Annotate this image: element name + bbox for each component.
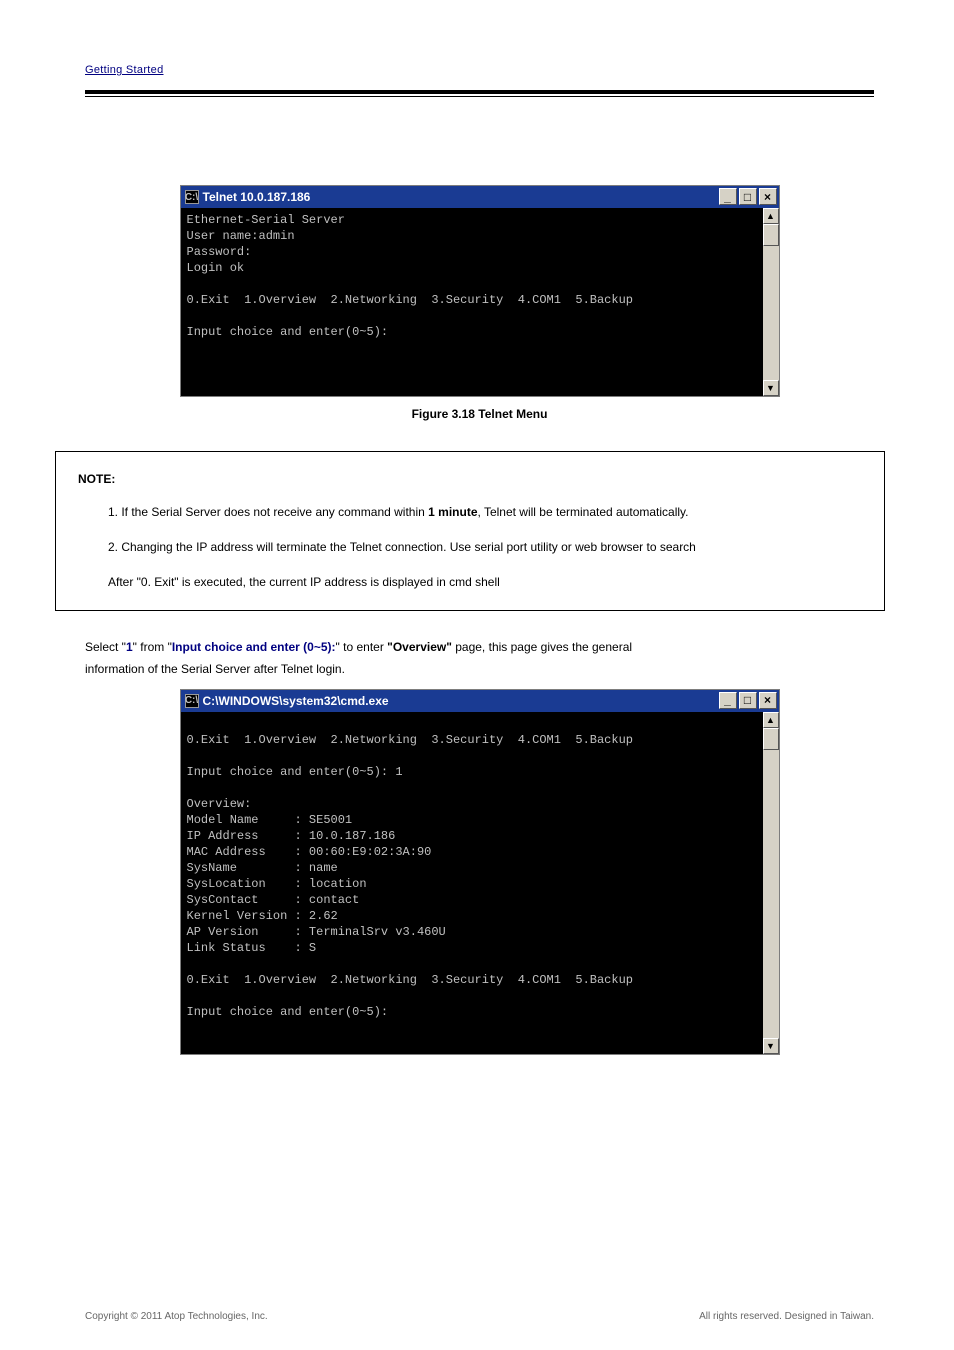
close-button[interactable]: ×: [759, 188, 777, 205]
figure-2-container: C:\ C:\WINDOWS\system32\cmd.exe _ □ × 0.…: [85, 689, 874, 1055]
note-line-2a: 2. Changing the IP address will terminat…: [108, 539, 862, 556]
footer-left: Copyright © 2011 Atop Technologies, Inc.: [85, 1311, 268, 1322]
figure-1-container: C:\ Telnet 10.0.187.186 _ □ × Ethernet-S…: [85, 185, 874, 397]
telnet-title-text: Telnet 10.0.187.186: [203, 190, 311, 204]
cmd-icon: C:\: [185, 190, 199, 204]
scroll-down-button[interactable]: ▼: [763, 380, 779, 396]
divider-thin: [85, 96, 874, 97]
minimize-button[interactable]: _: [719, 188, 737, 205]
maximize-button[interactable]: □: [739, 188, 757, 205]
scroll-up-button[interactable]: ▲: [763, 208, 779, 224]
scroll-thumb[interactable]: [763, 224, 779, 246]
page-footer: Copyright © 2011 Atop Technologies, Inc.…: [85, 1311, 874, 1322]
close-button[interactable]: ×: [759, 692, 777, 709]
cmd-title-text: C:\WINDOWS\system32\cmd.exe: [203, 694, 389, 708]
minimize-button[interactable]: _: [719, 692, 737, 709]
breadcrumb[interactable]: Getting Started: [85, 64, 164, 76]
telnet-window: C:\ Telnet 10.0.187.186 _ □ × Ethernet-S…: [180, 185, 780, 397]
cmd-window: C:\ C:\WINDOWS\system32\cmd.exe _ □ × 0.…: [180, 689, 780, 1055]
cmd-titlebar: C:\ C:\WINDOWS\system32\cmd.exe _ □ ×: [181, 690, 779, 712]
telnet-output: Ethernet-Serial Server User name:admin P…: [187, 212, 773, 356]
figure-1-caption: Figure 3.18 Telnet Menu: [85, 407, 874, 421]
note-line-2b: After "0. Exit" is executed, the current…: [108, 574, 862, 591]
divider-thick: [85, 90, 874, 94]
body-paragraph: Select "1" from "Input choice and enter …: [85, 637, 874, 680]
note-line-1: 1. If the Serial Server does not receive…: [108, 504, 862, 521]
maximize-button[interactable]: □: [739, 692, 757, 709]
scrollbar-track[interactable]: ▲ ▼: [763, 712, 779, 1054]
cmd-output: 0.Exit 1.Overview 2.Networking 3.Securit…: [187, 716, 773, 1020]
scroll-up-button[interactable]: ▲: [763, 712, 779, 728]
scroll-thumb[interactable]: [763, 728, 779, 750]
note-title: NOTE:: [78, 472, 862, 486]
scroll-down-button[interactable]: ▼: [763, 1038, 779, 1054]
telnet-titlebar: C:\ Telnet 10.0.187.186 _ □ ×: [181, 186, 779, 208]
cmd-icon: C:\: [185, 694, 199, 708]
note-box: NOTE: 1. If the Serial Server does not r…: [55, 451, 885, 611]
footer-right: All rights reserved. Designed in Taiwan.: [699, 1311, 874, 1322]
scrollbar-track[interactable]: ▲ ▼: [763, 208, 779, 396]
